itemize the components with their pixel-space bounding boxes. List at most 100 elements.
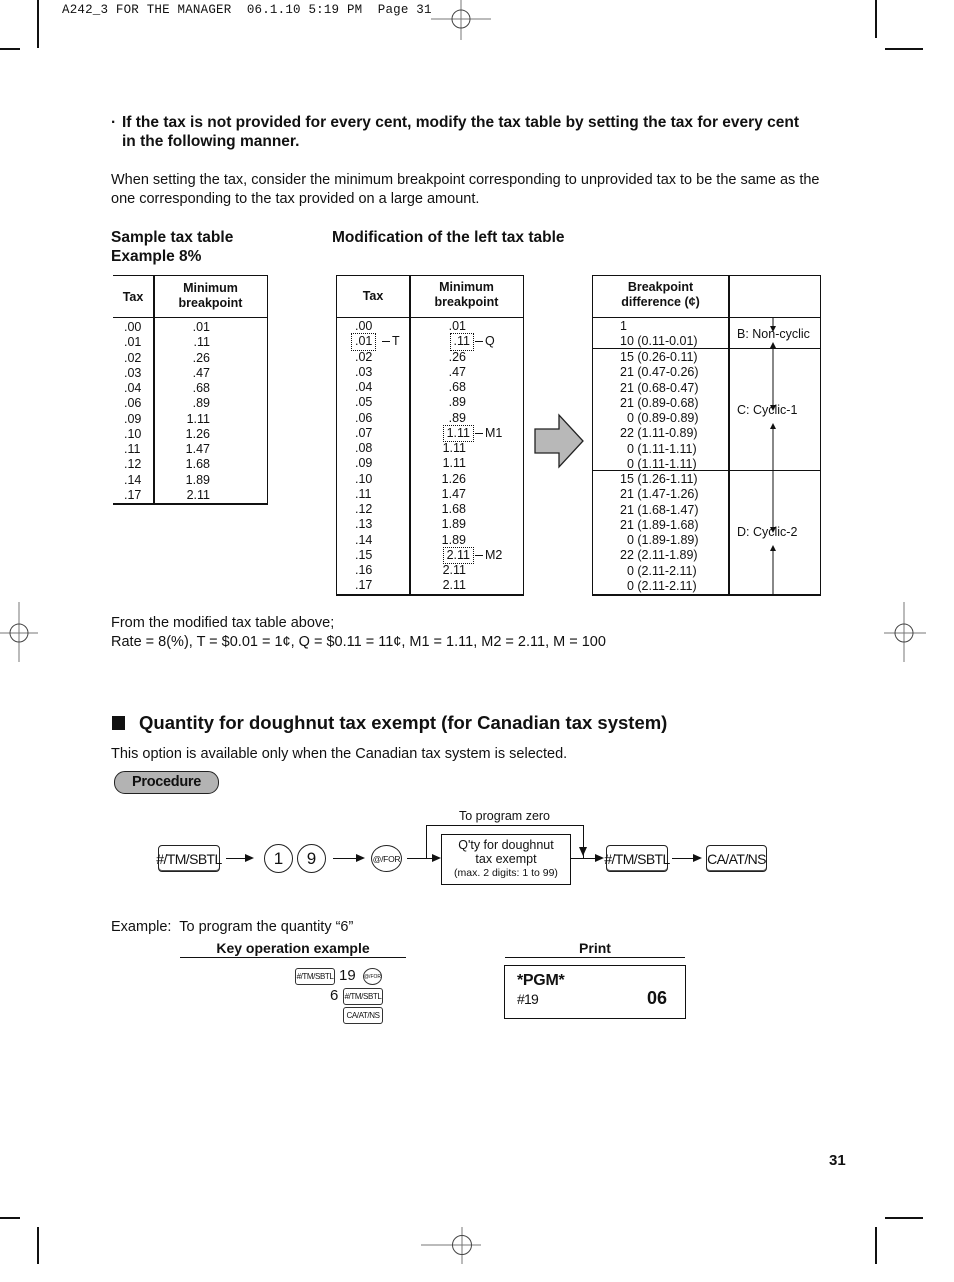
diff-header-line1: Breakpoint [627, 280, 694, 294]
flow-arrowhead [693, 854, 702, 862]
receipt-print: *PGM* #19 06 [504, 965, 686, 1019]
modified-breakpoint-cell: 1.47 [441, 486, 466, 501]
summary-line1: From the modified tax table above; [111, 615, 335, 631]
modified-tax-cell: .10 [355, 471, 373, 486]
op-key-tm-sbtl-2: #/TM/SBTL [343, 988, 383, 1005]
intro-bold-line2: in the following manner. [122, 133, 300, 150]
box-line1: Q'ty for doughnut [458, 838, 554, 852]
print-header: A242_3 FOR THE MANAGER 06.1.10 5:19 PM P… [62, 3, 432, 17]
modified-table-row: .04 .68 [337, 380, 523, 395]
procedure-badge: Procedure [114, 771, 219, 794]
crop-mark [0, 1217, 20, 1219]
modified-table-row: .07 1.11 M1 [337, 424, 523, 443]
registration-mark-bottom [421, 1227, 481, 1264]
modified-tax-cell: .16 [355, 563, 373, 577]
modified-breakpoint-cell: .26 [448, 349, 466, 364]
receipt-line2-left: #19 [517, 991, 539, 1007]
modified-tax-cell: .03 [355, 364, 373, 379]
tax-marker-label: T [380, 334, 400, 349]
flow-arrowhead [595, 854, 604, 862]
modified-table-row: .01 T .11 Q [337, 333, 523, 351]
modified-breakpoint-cell: .89 [448, 395, 466, 410]
modified-tax-table: Tax Minimum breakpoint .00.01.01 T .11 Q .02… [336, 275, 524, 596]
section-square-icon [112, 716, 125, 730]
modified-table-row: .13 1.89 [337, 517, 523, 532]
modified-breakpoint-cell: .11 [449, 333, 475, 351]
flow-arrow [226, 858, 246, 860]
key-operation-header: Key operation example [180, 940, 406, 958]
modified-table-row: .00 .01 [337, 319, 523, 334]
flow-arrow [570, 858, 596, 860]
crop-mark [0, 48, 20, 50]
key-1: 1 [264, 844, 293, 873]
bypass-arrowhead [579, 847, 587, 856]
modified-tax-cell: .14 [355, 532, 373, 547]
modified-tax-cell: .11 [355, 486, 372, 501]
box-line2: tax exempt [475, 852, 537, 866]
right-arrow-icon [534, 413, 584, 469]
modified-breakpoint-cell: 1.11 [442, 456, 466, 471]
modified-table-row: .15 2.11 M2 [337, 546, 523, 565]
section-note: This option is available only when the C… [111, 746, 568, 762]
sample-table-subtitle: Example 8% [111, 248, 202, 265]
key-9: 9 [297, 844, 326, 873]
crop-mark [885, 1217, 923, 1219]
key-tm-sbtl-2: #/TM/SBTL [604, 845, 670, 872]
sample-table-title: Sample tax table [111, 229, 234, 246]
breakpoint-marker-label: M2 [473, 548, 502, 563]
flow-arrowhead [356, 854, 365, 862]
op-number-19: 19 [339, 967, 356, 984]
modified-table-row: .11 1.47 [337, 487, 523, 502]
section-title: Quantity for doughnut tax exempt (for Ca… [139, 712, 668, 733]
crop-mark [37, 0, 39, 48]
modified-tax-cell: .17 [355, 578, 373, 593]
modified-table-row: .02 .26 [337, 350, 523, 365]
modified-table-row: .03 .47 [337, 365, 523, 380]
intro-bold-line1: If the tax is not provided for every cen… [122, 114, 799, 131]
modified-breakpoint-cell: 1.89 [441, 532, 466, 547]
modified-breakpoint-cell: .89 [448, 410, 466, 425]
flow-arrowhead [245, 854, 254, 862]
modified-table-row: .06 .89 [337, 411, 523, 426]
crop-mark [875, 1227, 877, 1264]
modified-breakpoint-cell: 1.11 [442, 441, 466, 455]
sample-header-breakpoint: breakpoint [178, 296, 243, 310]
sample-header-tax: Tax [122, 290, 144, 304]
diff-header-line2: difference (¢) [621, 295, 700, 309]
diff-group-d-rows: 15 (1.26-1.11) 21 (1.47-1.26) 21 (1.68-1… [620, 472, 699, 594]
modified-breakpoint-cell: 1.11 [442, 424, 475, 443]
modified-header-min: Minimum [439, 280, 494, 294]
registration-mark-top [431, 0, 491, 40]
flow-arrow [333, 858, 357, 860]
receipt-line2-right: 06 [647, 988, 668, 1008]
modified-breakpoint-cell: 1.89 [441, 517, 466, 532]
modified-tax-cell: .08 [355, 441, 373, 455]
program-zero-label: To program zero [459, 809, 551, 823]
intro-paragraph-line2: one corresponding to the tax provided on… [111, 191, 480, 207]
example-label: Example: To program the quantity “6” [111, 919, 354, 935]
modified-tax-cell: .15 [355, 547, 373, 562]
quantity-input-box: Q'ty for doughnut tax exempt (max. 2 dig… [441, 834, 571, 885]
crop-mark [885, 48, 923, 50]
sample-breakpoint-column: .01 .11 .26 .47 .68 .89 1.11 1.26 1.47 1… [185, 320, 210, 502]
modified-table-row: .10 1.26 [337, 472, 523, 487]
sample-tax-table: Tax Minimum breakpoint .00 .01 .02 .03 .… [113, 275, 268, 505]
modified-breakpoint-cell: 1.68 [441, 502, 466, 516]
box-line3: (max. 2 digits: 1 to 99) [454, 867, 558, 879]
modified-header-breakpoint: breakpoint [434, 295, 499, 309]
modified-tax-cell: .04 [355, 380, 373, 394]
modified-rows: .00.01.01 T .11 Q .02.26.03.47.04.68.05.89.0… [337, 319, 523, 594]
modified-tax-cell: .07 [355, 425, 373, 440]
modified-header-tax: Tax [362, 289, 384, 303]
modified-table-title: Modification of the left tax table [332, 229, 565, 246]
modified-table-row: .08 1.11 [337, 441, 523, 456]
modified-table-row: .09 1.11 [337, 456, 523, 471]
sample-tax-column: .00 .01 .02 .03 .04 .06 .09 .10 .11 .12 … [124, 320, 142, 502]
modified-breakpoint-cell: 2.11 [442, 563, 466, 577]
modified-table-row: .05 .89 [337, 395, 523, 410]
diff-group-b-rows: 1 10 (0.11-0.01) [620, 319, 698, 349]
breakpoint-marker-label: Q [473, 334, 495, 349]
modified-breakpoint-cell: 2.11 [442, 578, 466, 593]
modified-tax-cell: .05 [355, 395, 373, 410]
op-key-ca-at-ns: CA/AT/NS [343, 1007, 383, 1024]
